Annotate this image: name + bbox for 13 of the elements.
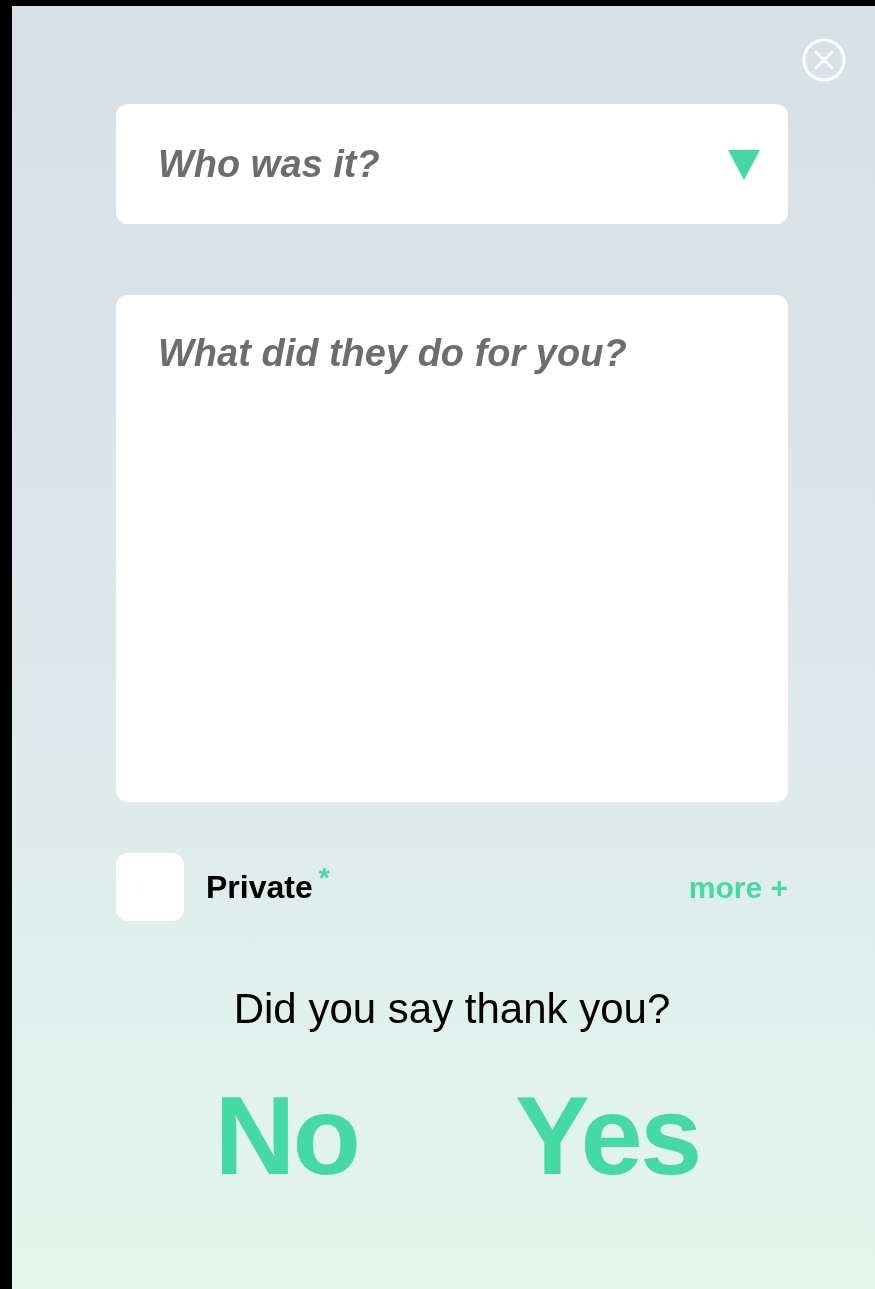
description-field[interactable]: What did they do for you? — [116, 295, 788, 802]
close-icon — [801, 37, 847, 83]
caret-icon — [728, 148, 760, 180]
who-select-placeholder: Who was it? — [158, 141, 380, 187]
question-text: Did you say thank you? — [232, 984, 672, 1034]
close-button[interactable] — [801, 37, 847, 83]
answer-button[interactable]: Yes — [514, 1080, 700, 1192]
private-checkbox[interactable] — [116, 853, 184, 921]
who-select[interactable]: Who was it? — [116, 104, 788, 224]
answer-button[interactable]: No — [214, 1080, 359, 1192]
required-mark: * — [318, 861, 330, 895]
private-label: Private — [206, 868, 313, 907]
more-link[interactable]: more + — [688, 864, 788, 910]
